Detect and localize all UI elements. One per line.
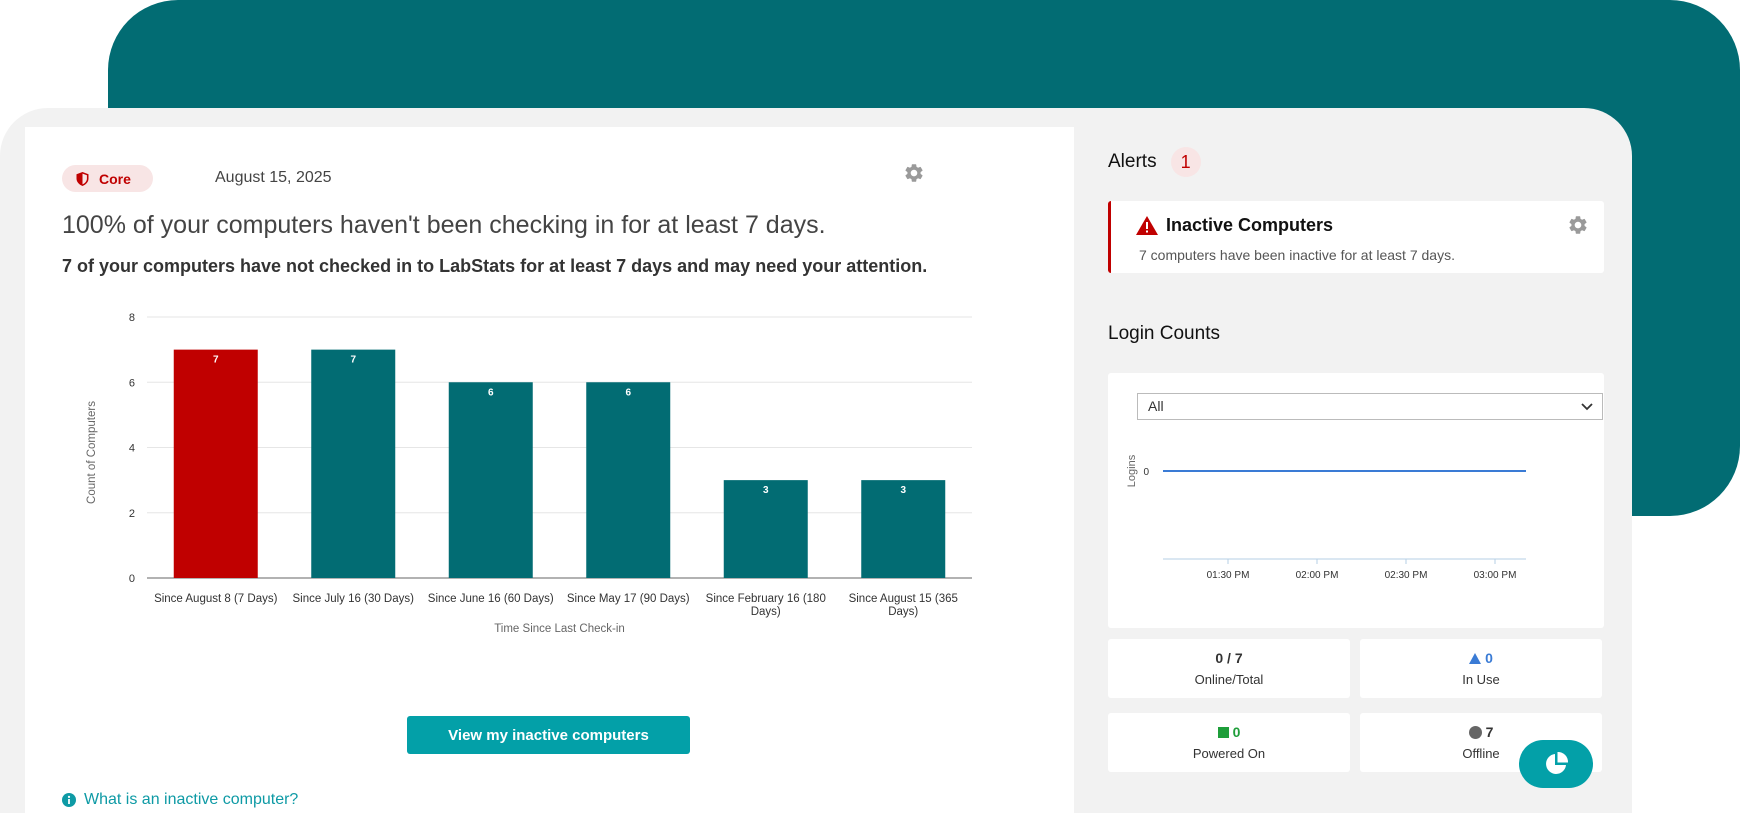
lab-filter-select[interactable]: All: [1137, 393, 1603, 420]
alert-description: 7 computers have been inactive for at le…: [1139, 247, 1455, 263]
stat-in-use-value: 0: [1485, 650, 1493, 666]
core-badge: Core: [62, 165, 153, 192]
y-tick-label: 4: [129, 443, 135, 455]
bar: [586, 382, 671, 578]
x-tick-label: Since August 8 (7 Days): [154, 593, 278, 605]
stat-powered-on: 0 Powered On: [1108, 713, 1350, 772]
x-tick-label: Since July 16 (30 Days): [293, 593, 415, 605]
help-link-label: What is an inactive computer?: [84, 791, 299, 808]
x-tick-label: Since August 15 (365: [849, 593, 958, 605]
x-tick-label: 01:30 PM: [1207, 570, 1250, 581]
stat-in-use-label: In Use: [1462, 672, 1500, 687]
bar-data-label: 3: [900, 485, 906, 496]
dashboard-frame: Core August 15, 2025 100% of your comput…: [0, 108, 1632, 813]
x-tick-label: Since February 16 (180: [706, 593, 826, 605]
alert-card-inactive-computers[interactable]: Inactive Computers 7 computers have been…: [1108, 201, 1604, 273]
headline: 100% of your computers haven't been chec…: [62, 211, 826, 239]
info-icon: [62, 793, 76, 807]
login-counts-card: All Logins 0 01:30 PM 02:00 PM 02:30 PM 03:00…: [1108, 373, 1604, 628]
login-counts-title: Login Counts: [1108, 323, 1220, 344]
inactive-computers-bar-chart: 0 2 4 6 8 7 Since August 8 (7 Days) 7 Since July…: [86, 312, 972, 635]
lab-filter-value: All: [1148, 398, 1164, 414]
view-inactive-computers-button[interactable]: View my inactive computers: [407, 716, 690, 754]
bar: [311, 349, 396, 578]
bar: [448, 382, 533, 578]
bar-data-label: 6: [488, 387, 494, 398]
y-tick-label: 2: [129, 508, 135, 520]
warning-icon: [1136, 216, 1158, 235]
stat-powered-on-value: 0: [1232, 724, 1241, 740]
stat-online-total: 0 / 7 Online/Total: [1108, 639, 1350, 698]
x-tick-label: Days): [888, 606, 918, 618]
bar-data-label: 3: [763, 485, 769, 496]
inactive-computers-card: Core August 15, 2025 100% of your comput…: [25, 127, 1074, 813]
bar: [173, 349, 258, 578]
y-tick-label: 6: [129, 377, 135, 389]
alert-title: Inactive Computers: [1136, 215, 1333, 236]
stat-offline-label: Offline: [1462, 746, 1500, 761]
inactive-computer-help-link[interactable]: What is an inactive computer?: [62, 791, 298, 809]
pie-chart-fab-button[interactable]: [1519, 740, 1593, 788]
login-counts-line-chart: Logins 0 01:30 PM 02:00 PM 02:30 PM 03:00 PM: [1126, 454, 1526, 581]
pie-chart-icon: [1546, 751, 1569, 774]
stat-in-use: 0 In Use: [1360, 639, 1602, 698]
y-axis-title: Count of Computers: [86, 401, 98, 504]
gear-icon[interactable]: [1567, 214, 1589, 236]
y-tick-label: 8: [129, 312, 135, 324]
circle-icon: [1468, 725, 1482, 739]
x-tick-label: 02:00 PM: [1296, 570, 1339, 581]
stat-powered-on-label: Powered On: [1192, 746, 1266, 761]
report-date: August 15, 2025: [215, 169, 332, 186]
x-tick-label: Since May 17 (90 Days): [567, 593, 690, 605]
bar-data-label: 7: [213, 355, 219, 366]
subheadline: 7 of your computers have not checked in …: [62, 256, 928, 276]
stat-online-value: 0 / 7: [1215, 650, 1243, 666]
x-tick-label: 03:00 PM: [1474, 570, 1517, 581]
alerts-header: Alerts 1: [1108, 147, 1201, 177]
x-tick-label: Since June 16 (60 Days): [428, 593, 554, 605]
y-tick-label: 0: [1143, 467, 1149, 478]
y-tick-label: 0: [129, 573, 135, 585]
gear-icon[interactable]: [903, 162, 925, 184]
stat-online-label: Online/Total: [1194, 672, 1264, 687]
core-badge-label: Core: [99, 170, 131, 187]
x-axis-title: Time Since Last Check-in: [494, 623, 625, 635]
y-axis-title: Logins: [1126, 454, 1138, 487]
bar-data-label: 6: [625, 387, 631, 398]
bar-data-label: 7: [350, 355, 356, 366]
x-tick-label: 02:30 PM: [1385, 570, 1428, 581]
x-tick-label: Days): [751, 606, 781, 618]
alerts-count-badge: 1: [1170, 147, 1201, 177]
shield-icon: [76, 171, 89, 186]
chevron-down-icon: [1581, 403, 1593, 411]
square-icon: [1217, 726, 1229, 738]
stat-offline-value: 7: [1485, 724, 1494, 740]
alerts-title: Alerts: [1108, 151, 1157, 172]
triangle-up-icon: [1469, 652, 1482, 664]
alert-title-label: Inactive Computers: [1166, 215, 1334, 235]
